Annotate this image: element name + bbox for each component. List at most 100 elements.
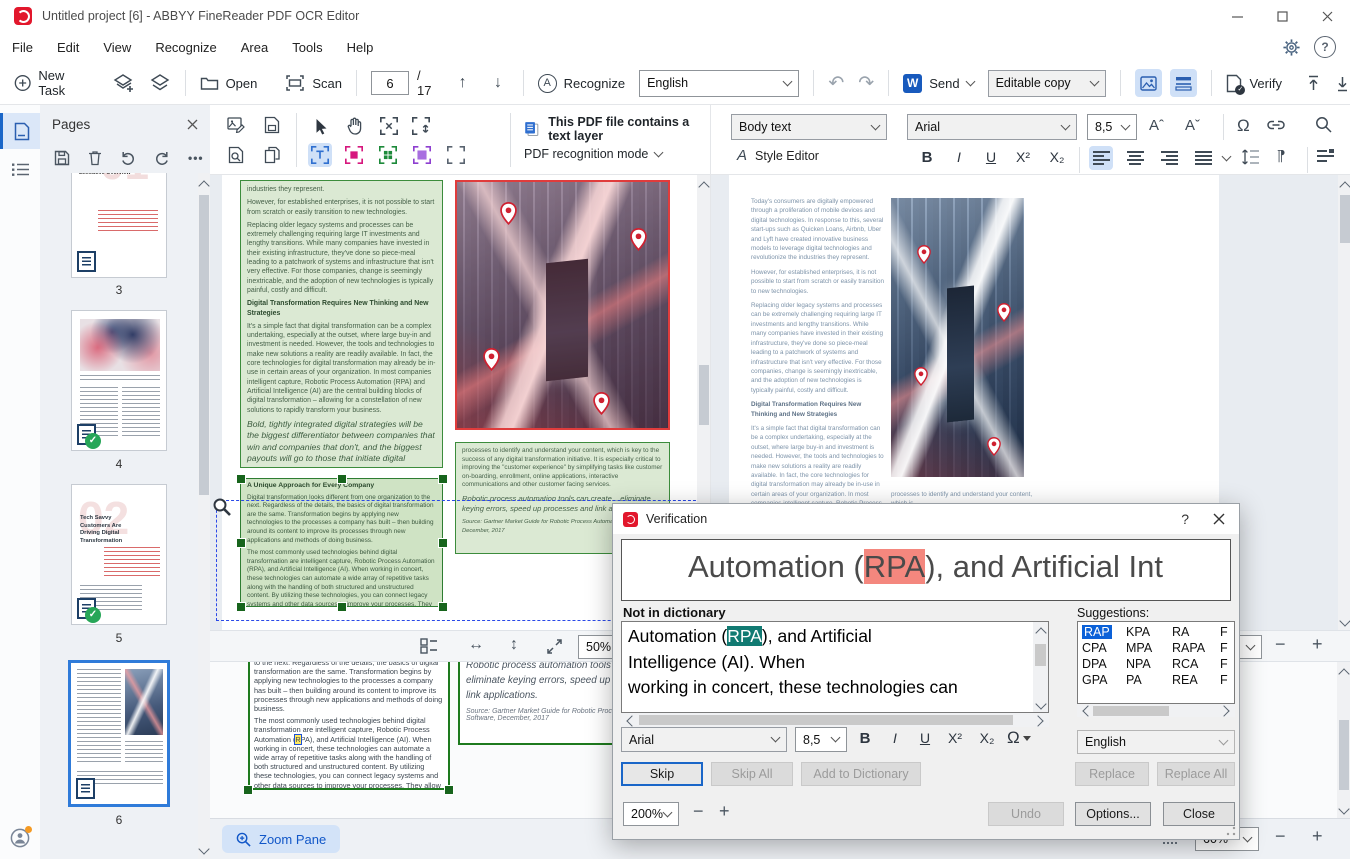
dialog-italic-button[interactable]: I [883, 730, 907, 746]
fit-height-icon[interactable]: ↕ [510, 636, 518, 654]
bottom-zoom-out-button[interactable]: − [1275, 826, 1286, 847]
rotate-left-icon[interactable] [120, 150, 136, 166]
undo-button[interactable]: Undo [988, 802, 1064, 826]
rail-pages-tab[interactable] [0, 113, 40, 149]
dialog-title-bar[interactable]: Verification ? [613, 504, 1239, 534]
decrease-font-icon[interactable]: Aˇ [1185, 117, 1200, 134]
dialog-edit-box[interactable]: Automation (RPA), and Artificial Intelli… [621, 621, 1049, 713]
dialog-zoom-out-button[interactable]: − [693, 801, 704, 822]
suggestion-item[interactable]: NPA [1126, 657, 1172, 671]
menu-file[interactable]: File [0, 40, 45, 55]
text-panel-settings-icon[interactable] [1317, 149, 1334, 163]
page-thumbnail-6-selected[interactable] [68, 660, 170, 807]
send-button[interactable]: W Send [903, 73, 976, 93]
increase-font-icon[interactable]: Aˆ [1149, 117, 1164, 134]
recognize-button[interactable]: A Recognize [537, 73, 625, 93]
pages-scrollbar[interactable] [198, 173, 210, 859]
bottom-zoom-in-button[interactable]: + [1312, 826, 1323, 847]
justify-button[interactable] [1191, 146, 1215, 170]
page-number-input[interactable] [371, 71, 410, 95]
send-dropdown-caret[interactable] [965, 76, 976, 86]
image-area-tool[interactable] [342, 143, 366, 167]
edit-box-vertical-scrollbar[interactable] [1033, 622, 1048, 712]
suggestion-item[interactable]: RCA [1172, 657, 1220, 671]
text-zoom-out-button[interactable]: − [1275, 634, 1286, 655]
menu-recognize[interactable]: Recognize [143, 40, 228, 55]
pan-hand-tool-icon[interactable] [342, 113, 368, 139]
minimize-button[interactable] [1215, 0, 1260, 32]
show-image-pane-toggle[interactable] [1135, 69, 1163, 97]
selection-handle[interactable] [444, 785, 454, 795]
suggestion-item[interactable]: F [1220, 625, 1234, 639]
fit-page-icon[interactable] [546, 638, 563, 655]
suggestion-item[interactable]: F [1220, 641, 1234, 655]
pages-panel-close-icon[interactable] [187, 119, 198, 130]
options-button[interactable]: Options... [1075, 802, 1151, 826]
dialog-size-select[interactable]: 8,5 [795, 727, 847, 752]
menu-tools[interactable]: Tools [280, 40, 334, 55]
selection-handle[interactable] [438, 474, 448, 484]
delete-page-icon[interactable] [88, 150, 102, 166]
dialog-zoom-in-button[interactable]: + [719, 801, 730, 822]
style-editor-button[interactable]: A Style Editor [737, 147, 819, 164]
save-pages-icon[interactable] [54, 150, 70, 166]
redo-icon[interactable]: ↷ [858, 72, 874, 95]
subscript-button[interactable]: X₂ [1045, 149, 1069, 165]
skip-all-button[interactable]: Skip All [711, 762, 793, 786]
verify-button[interactable]: ✓ Verify [1226, 74, 1282, 95]
pages-stack-icon[interactable] [149, 73, 171, 93]
underline-button[interactable]: U [979, 149, 1003, 165]
edit-box-horizontal-scrollbar[interactable] [621, 713, 1049, 727]
rail-list-tab[interactable] [0, 153, 40, 185]
suggestion-item[interactable]: RA [1172, 625, 1220, 639]
dialog-close-button[interactable]: Close [1163, 802, 1235, 826]
new-task-button[interactable]: New Task [14, 68, 93, 98]
rotate-right-icon[interactable] [154, 150, 170, 166]
dialog-subscript-button[interactable]: X₂ [975, 730, 999, 746]
dialog-bold-button[interactable]: B [853, 730, 877, 747]
pages-scrollbar-thumb[interactable] [199, 195, 209, 495]
suggestion-item[interactable]: F [1220, 673, 1234, 687]
pdf-recognition-mode-dropdown[interactable]: PDF recognition mode [524, 147, 664, 161]
fit-width-icon[interactable]: ↔ [468, 636, 484, 654]
replace-button[interactable]: Replace [1075, 762, 1149, 786]
page-thumbnail-4[interactable]: ✓ [71, 310, 167, 451]
maximize-button[interactable] [1260, 0, 1305, 32]
search-icon[interactable] [1315, 116, 1332, 133]
suggestion-item[interactable]: GPA [1082, 673, 1126, 687]
recognized-photo[interactable] [891, 198, 1024, 477]
line-spacing-icon[interactable] [1241, 149, 1259, 165]
suggestion-item[interactable]: DPA [1082, 657, 1126, 671]
menu-view[interactable]: View [91, 40, 143, 55]
dialog-underline-button[interactable]: U [913, 730, 937, 746]
scan-button[interactable]: Scan [285, 74, 342, 92]
text-pane-scrollbar[interactable] [1338, 175, 1350, 630]
font-family-select[interactable]: Arial [907, 114, 1077, 140]
align-left-button[interactable] [1089, 146, 1113, 170]
delete-area-tool-icon[interactable] [376, 113, 402, 139]
text-area-tool[interactable] [308, 143, 332, 167]
text-pane-scrollbar-thumb[interactable] [1339, 195, 1350, 243]
suggestion-item[interactable]: MPA [1126, 641, 1172, 655]
language-select[interactable]: English [639, 69, 800, 97]
zoom-pane-text-block[interactable]: to the next. Regardless of the details, … [248, 662, 450, 790]
superscript-button[interactable]: X² [1011, 149, 1035, 165]
suggestion-item[interactable]: REA [1172, 673, 1220, 687]
zoom-pane-layout-icon[interactable] [420, 638, 438, 654]
generic-area-tool[interactable] [444, 143, 468, 167]
italic-button[interactable]: I [947, 149, 971, 165]
suggestion-item[interactable]: CPA [1082, 641, 1126, 655]
bold-button[interactable]: B [915, 149, 939, 166]
settings-gear-icon[interactable] [1274, 32, 1308, 62]
resize-area-tool-icon[interactable] [408, 113, 434, 139]
dialog-language-select[interactable]: English [1077, 730, 1235, 754]
next-page-icon[interactable]: ↓ [487, 74, 508, 92]
zoom-pane-button[interactable]: Zoom Pane [222, 825, 341, 853]
show-text-pane-toggle[interactable] [1170, 69, 1198, 97]
special-character-icon[interactable]: Ω [1237, 116, 1250, 136]
text-zoom-in-button[interactable]: + [1312, 634, 1323, 655]
next-error-icon[interactable] [1335, 75, 1350, 92]
suggestion-item[interactable]: KPA [1126, 625, 1172, 639]
copy-page-icon[interactable] [260, 143, 284, 167]
font-size-select[interactable]: 8,5 [1087, 114, 1137, 140]
